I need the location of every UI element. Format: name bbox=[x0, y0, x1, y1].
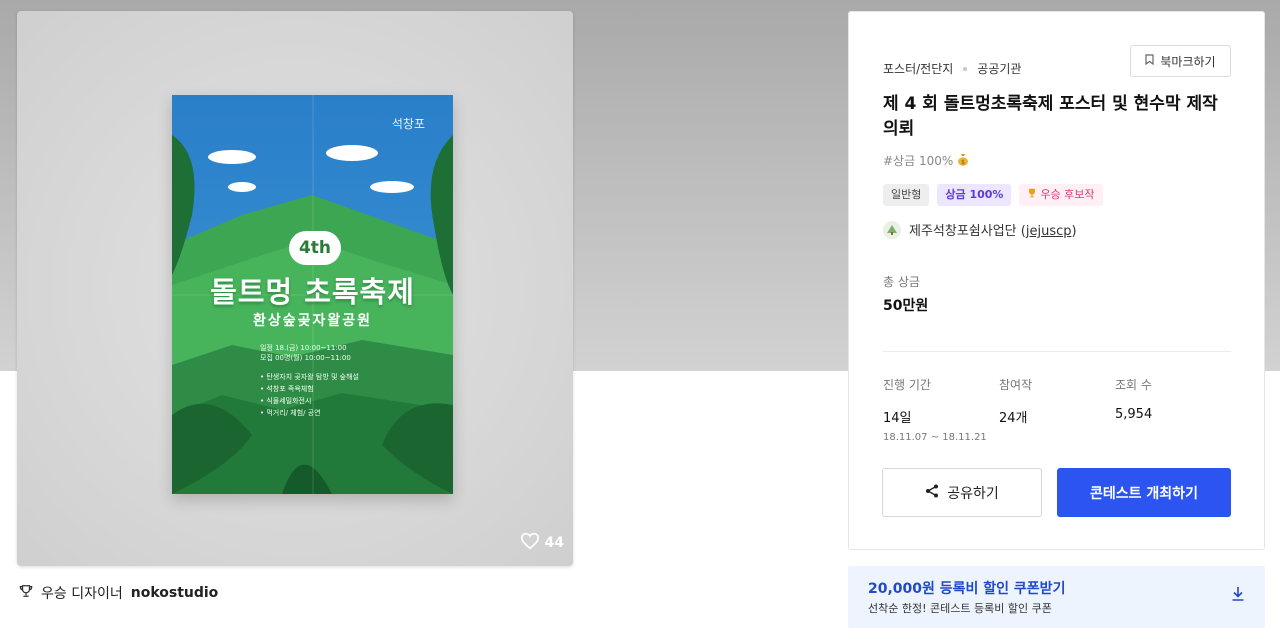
contest-info-card: 포스터/전단지 공공기관 북마크하기 제 4 회 돌트멍초록축제 포스터 및 현… bbox=[848, 11, 1265, 550]
prize-value: 50만원 bbox=[883, 298, 929, 314]
host-name-text: 제주석창포쉼사업단 bbox=[909, 224, 1017, 239]
winner-designer: 우승 디자이너 nokostudio bbox=[19, 583, 218, 603]
poster-info-line: 모집 00명(월) 10:00~11:00 bbox=[260, 354, 351, 362]
breadcrumb-category[interactable]: 포스터/전단지 bbox=[883, 60, 953, 77]
stat-period-range: 18.11.07 ~ 18.11.21 bbox=[883, 432, 987, 443]
poster-list: • 탄생자치 곶자왈 탐방 및 숲해설 • 석창포 족욕체험 • 식물세밀화전시… bbox=[260, 371, 359, 419]
avatar bbox=[883, 220, 901, 239]
bookmark-icon bbox=[1145, 54, 1154, 68]
stat-period-label: 진행 기간 bbox=[883, 378, 931, 392]
stat-participants-value: 24개 bbox=[999, 411, 1028, 426]
badge-type: 일반형 bbox=[883, 184, 930, 206]
winner-label: 우승 디자이너 bbox=[41, 586, 123, 602]
poster-info-line: 일정 18.(금) 10:00~11:00 bbox=[260, 344, 347, 352]
stat-views-label: 조회 수 bbox=[1115, 378, 1152, 392]
share-label: 공유하기 bbox=[947, 485, 999, 502]
like-button[interactable]: 44 bbox=[520, 532, 564, 554]
divider bbox=[883, 351, 1231, 352]
svg-text:$: $ bbox=[961, 159, 965, 166]
stat-views-value: 5,954 bbox=[1115, 407, 1153, 422]
bookmark-button[interactable]: 북마크하기 bbox=[1130, 45, 1231, 77]
stat-views: 조회 수 5,954 bbox=[1115, 376, 1152, 422]
poster-info: 일정 18.(금) 10:00~11:00 모집 00명(월) 10:00~11… bbox=[260, 343, 351, 363]
poster-subtitle: 환상숲곶자왈공원 bbox=[252, 313, 373, 329]
poster-brand: 석창포 bbox=[391, 117, 425, 131]
bookmark-label: 북마크하기 bbox=[1160, 54, 1216, 69]
trophy-icon bbox=[1027, 184, 1037, 206]
poster-list-item: • 먹거리/ 체험/ 공연 bbox=[260, 409, 321, 417]
host-name: 제주석창포쉼사업단 (jejuscp) bbox=[909, 224, 1077, 239]
breadcrumb-org-type[interactable]: 공공기관 bbox=[977, 60, 1021, 77]
coupon-title: 20,000원 등록비 할인 쿠폰받기 bbox=[868, 581, 1066, 597]
badge-candidate-label: 우승 후보작 bbox=[1040, 188, 1095, 201]
poster-list-item: • 탄생자치 곶자왈 탐방 및 숲해설 bbox=[260, 373, 359, 381]
money-bag-icon: $ bbox=[957, 153, 969, 169]
badge-list: 일반형 상금 100% 우승 후보작 bbox=[883, 184, 1103, 206]
poster-title: 돌트멍 초록축제 bbox=[210, 275, 415, 309]
download-icon[interactable] bbox=[1231, 586, 1245, 606]
poster-gallery[interactable]: 석창포 4th 돌트멍 초록축제 환상숲곶자왈공원 일정 18.(금) 10:0… bbox=[17, 11, 573, 566]
contest-tagline: #상금 100% $ bbox=[883, 152, 969, 169]
breadcrumb: 포스터/전단지 공공기관 bbox=[883, 60, 1021, 77]
share-icon bbox=[925, 484, 939, 502]
stat-period: 진행 기간 14일 18.11.07 ~ 18.11.21 bbox=[883, 376, 987, 443]
poster-list-item: • 식물세밀화전시 bbox=[260, 397, 312, 405]
badge-candidate: 우승 후보작 bbox=[1019, 184, 1103, 206]
separator-dot bbox=[963, 66, 968, 71]
coupon-subtitle: 선착순 한정! 콘테스트 등록비 할인 쿠폰 bbox=[868, 602, 1052, 615]
prize-label: 총 상금 bbox=[883, 275, 920, 289]
stat-participants: 참여작 24개 bbox=[999, 376, 1032, 426]
tagline-text: #상금 100% bbox=[883, 154, 954, 168]
winner-name[interactable]: nokostudio bbox=[131, 585, 219, 601]
poster-image: 석창포 4th 돌트멍 초록축제 환상숲곶자왈공원 일정 18.(금) 10:0… bbox=[172, 95, 453, 494]
host-info[interactable]: 제주석창포쉼사업단 (jejuscp) bbox=[883, 220, 1077, 239]
like-count: 44 bbox=[544, 535, 564, 551]
share-button[interactable]: 공유하기 bbox=[882, 468, 1042, 517]
stat-period-value: 14일 bbox=[883, 411, 912, 426]
stat-participants-label: 참여작 bbox=[999, 378, 1033, 392]
badge-prize: 상금 100% bbox=[937, 184, 1012, 206]
coupon-banner[interactable]: 20,000원 등록비 할인 쿠폰받기 선착순 한정! 콘테스트 등록비 할인 … bbox=[848, 566, 1265, 628]
heart-icon bbox=[520, 532, 540, 554]
trophy-icon bbox=[19, 584, 33, 602]
contest-title: 제 4 회 돌트멍초록축제 포스터 및 현수막 제작의뢰 bbox=[883, 94, 1218, 139]
host-contest-button[interactable]: 콘테스트 개최하기 bbox=[1057, 468, 1231, 517]
poster-edition: 4th bbox=[289, 231, 341, 265]
host-id: jejuscp bbox=[1025, 224, 1072, 239]
poster-list-item: • 석창포 족욕체험 bbox=[260, 385, 314, 393]
